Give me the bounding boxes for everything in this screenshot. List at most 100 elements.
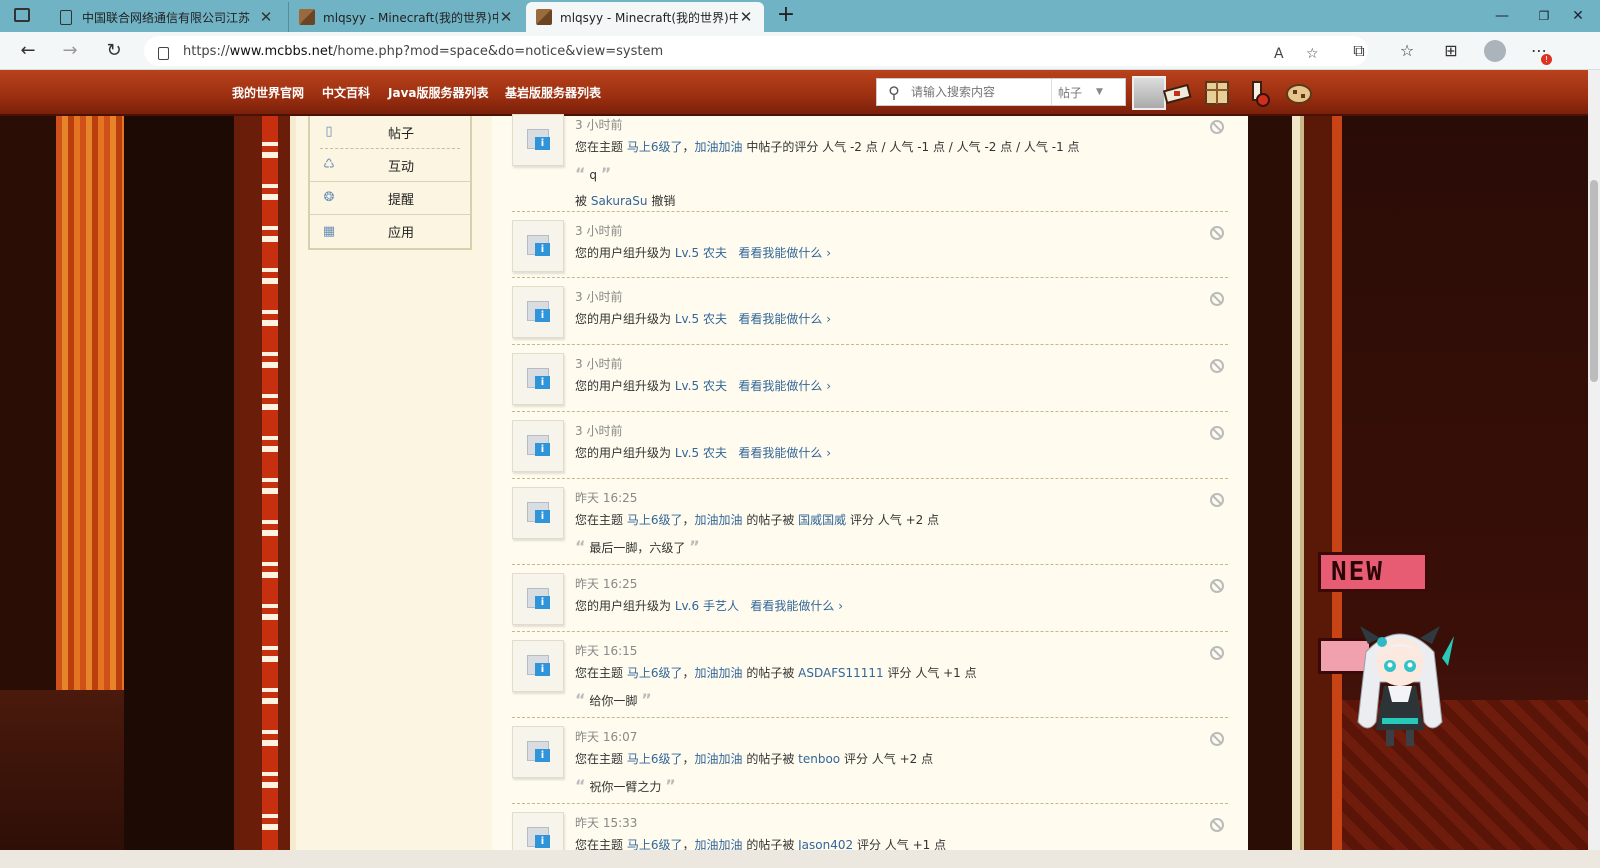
search-icon[interactable]: ⚲ [877,83,911,102]
browser-tab-3-active[interactable]: mlqsyy - Minecraft(我的世界)中文 ✕ [526,2,764,32]
remind-icon: ❂ [323,190,335,205]
see-permissions-link[interactable]: 看看我能做什么 › [738,246,831,260]
browser-tab-2[interactable]: mlqsyy - Minecraft(我的世界)中文 ✕ [288,2,524,32]
post-link[interactable]: 加油加油 [694,513,742,527]
user-link[interactable]: ASDAFS11111 [798,666,884,680]
notice-quote: “ 最后一脚，六级了 ” [575,537,700,556]
delete-notice-icon[interactable] [1210,120,1224,134]
user-link[interactable]: 国威国威 [798,513,846,527]
nav-java-servers[interactable]: Java版服务器列表 [388,84,488,101]
notice-time: 昨天 15:33 [575,816,638,830]
quote-text: q [589,168,597,182]
notice-item: i 昨天 16:07 您在主题 马上6级了，加油加油 的帖子被 tenboo 评… [512,718,1228,804]
status-bar [0,850,1600,868]
usergroup-link[interactable]: Lv.6 手艺人 [675,599,739,613]
lock-icon[interactable] [158,46,169,60]
see-permissions-link[interactable]: 看看我能做什么 › [738,312,831,326]
delete-notice-icon[interactable] [1210,493,1224,507]
menu-item-label: 帖子 [388,126,415,142]
minimize-icon[interactable]: — [1480,4,1524,28]
menu-item-label: 提醒 [388,192,415,208]
thread-link[interactable]: 马上6级了 [627,752,683,766]
lava-decoration [56,116,124,728]
favorites-icon[interactable]: ☆ [1396,40,1418,62]
message-icon[interactable] [1162,78,1192,108]
more-menu-icon[interactable]: ⋯! [1528,40,1552,65]
delete-notice-icon[interactable] [1210,818,1224,832]
notice-quote: “ 祝你一臂之力 ” [575,776,676,795]
delete-notice-icon[interactable] [1210,359,1224,373]
window-close-icon[interactable]: ✕ [1556,4,1600,28]
notice-text-part: 您的用户组升级为 [575,379,675,393]
see-permissions-link[interactable]: 看看我能做什么 › [750,599,843,613]
thread-link[interactable]: 马上6级了 [627,513,683,527]
delete-notice-icon[interactable] [1210,579,1224,593]
menu-item-interact[interactable]: ♺ 互动 [310,149,470,182]
browser-tab-1[interactable]: 中国联合网络通信有限公司江苏 ✕ [48,2,284,32]
usergroup-link[interactable]: Lv.5 农夫 [675,379,727,393]
cookie-icon[interactable] [1284,78,1314,108]
menu-item-posts[interactable]: ▯ 帖子 [320,116,460,149]
close-icon[interactable]: ✕ [498,8,514,26]
usergroup-link[interactable]: Lv.5 农夫 [675,446,727,460]
back-icon[interactable]: ← [14,38,42,64]
delete-notice-icon[interactable] [1210,646,1224,660]
notice-text-part: 您的用户组升级为 [575,312,675,326]
system-notice-icon: i [512,286,564,338]
notice-time: 昨天 16:07 [575,730,638,744]
nav-bedrock-servers[interactable]: 基岩版服务器列表 [505,84,601,101]
favorite-star-icon[interactable]: ☆ [1306,46,1319,62]
usergroup-link[interactable]: Lv.5 农夫 [675,246,727,260]
post-link[interactable]: 加油加油 [694,752,742,766]
close-icon[interactable]: ✕ [258,8,274,26]
notice-time: 3 小时前 [575,290,623,304]
potion-icon[interactable] [1244,78,1274,108]
notice-revoke: 被 SakuraSu 撤销 [575,192,675,209]
mascot-character[interactable] [1346,622,1454,754]
nav-wiki[interactable]: 中文百科 [322,84,370,101]
close-icon[interactable]: ✕ [738,8,754,26]
see-permissions-link[interactable]: 看看我能做什么 › [738,379,831,393]
notice-time: 3 小时前 [575,224,623,238]
nav-official-site[interactable]: 我的世界官网 [232,84,304,101]
notice-item: i 3 小时前 您的用户组升级为 Lv.5 农夫 看看我能做什么 › [512,412,1228,479]
tab-actions-icon[interactable] [14,8,30,22]
user-link[interactable]: SakuraSu [591,194,648,208]
open-quote-icon: “ [575,537,586,556]
crafting-table-icon[interactable] [1202,78,1232,108]
delete-notice-icon[interactable] [1210,292,1224,306]
search-type-select[interactable]: 帖子 ▼ [1051,79,1113,105]
collections-icon[interactable]: ⊞ [1440,40,1462,62]
url-bar[interactable]: https://www.mcbbs.net/home.php?mod=space… [144,36,1368,66]
system-notice-icon: i [512,420,564,472]
page-scrollbar[interactable] [1588,70,1600,850]
search-input[interactable] [911,81,1051,103]
menu-item-remind[interactable]: ❂ 提醒 [310,182,470,215]
user-link[interactable]: tenboo [798,752,840,766]
refresh-icon[interactable]: ↻ [100,38,128,64]
delete-notice-icon[interactable] [1210,426,1224,440]
post-link[interactable]: 加油加油 [694,666,742,680]
forward-icon[interactable]: → [56,38,84,64]
notice-text: 您的用户组升级为 Lv.5 农夫 看看我能做什么 › [575,244,831,261]
see-permissions-link[interactable]: 看看我能做什么 › [738,446,831,460]
post-link[interactable]: 加油加油 [694,140,742,154]
scrollbar-thumb[interactable] [1590,180,1598,382]
notice-text-part: ， [682,666,695,680]
extensions-icon[interactable]: ⧉ [1348,40,1370,62]
thread-link[interactable]: 马上6级了 [627,140,683,154]
profile-icon[interactable] [1484,40,1506,62]
user-avatar[interactable] [1132,76,1166,110]
url-path: /home.php?mod=space&do=notice&view=syste… [333,43,664,59]
notice-text-part: 您在主题 [575,140,627,154]
menu-item-apps[interactable]: ▦ 应用 [310,215,470,248]
new-tab-button[interactable]: + [772,2,800,30]
delete-notice-icon[interactable] [1210,226,1224,240]
thread-link[interactable]: 马上6级了 [627,666,683,680]
new-badge[interactable]: NEW [1318,552,1428,592]
system-notice-icon: i [512,487,564,539]
notice-time: 昨天 16:15 [575,644,638,658]
usergroup-link[interactable]: Lv.5 农夫 [675,312,727,326]
read-aloud-icon[interactable]: A [1274,46,1284,62]
delete-notice-icon[interactable] [1210,732,1224,746]
